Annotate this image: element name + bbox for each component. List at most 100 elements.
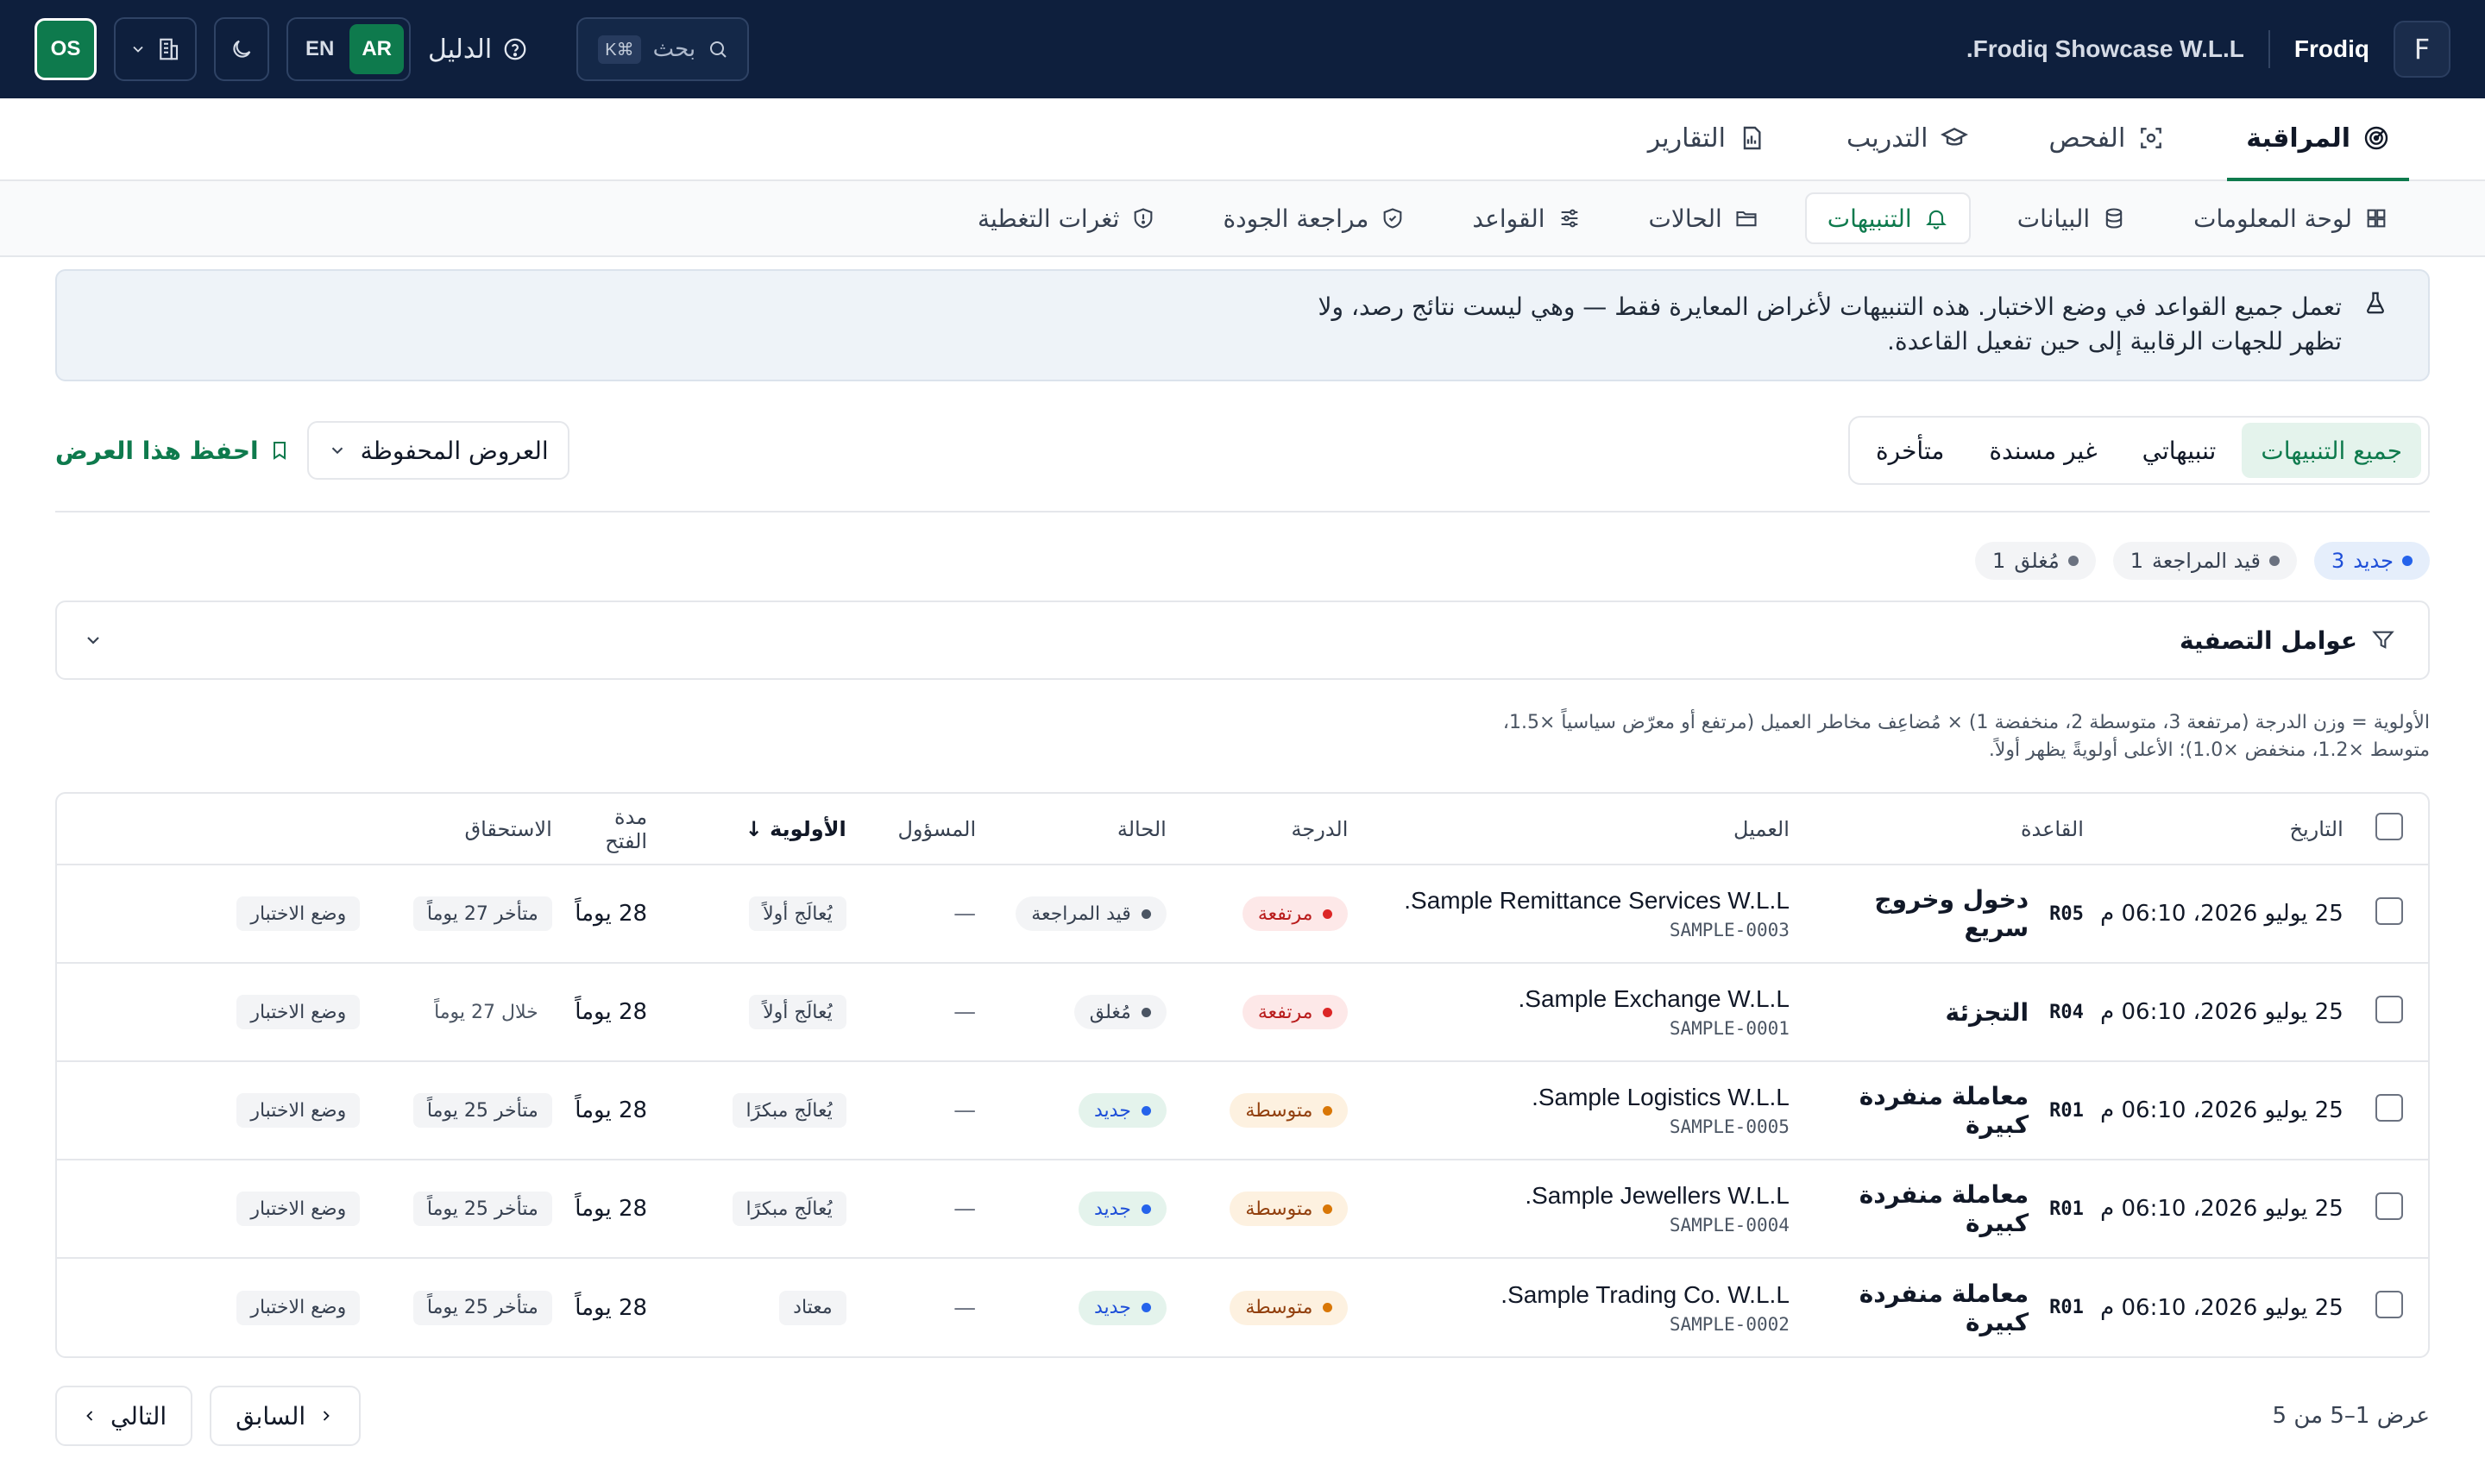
- next-page-button[interactable]: التالي: [55, 1386, 193, 1446]
- chip-under-review[interactable]: قيد المراجعة 1: [2112, 542, 2297, 580]
- table-row[interactable]: 25 يوليو 2026، 06:10 م R05 دخول وخروج سريع…: [57, 865, 2428, 963]
- graduation-cap-icon: [1940, 124, 1968, 152]
- table-row[interactable]: 25 يوليو 2026، 06:10 م R01 معاملة منفردة ك…: [57, 1160, 2428, 1258]
- cell-severity: متوسطة: [1173, 1160, 1356, 1258]
- status-dot: [1141, 1204, 1151, 1214]
- col-priority[interactable]: الأولوية ↓: [654, 794, 853, 865]
- table-row[interactable]: 25 يوليو 2026، 06:10 م R01 معاملة منفردة ك…: [57, 1061, 2428, 1160]
- client-name[interactable]: Sample Logistics W.L.L.: [1362, 1084, 1790, 1111]
- theme-toggle-button[interactable]: [214, 17, 269, 81]
- status-dot: [2402, 556, 2413, 566]
- row-checkbox[interactable]: [2375, 1093, 2403, 1122]
- col-status[interactable]: الحالة: [983, 794, 1173, 865]
- status-dot: [1141, 1105, 1151, 1116]
- lang-en-button[interactable]: EN: [293, 24, 346, 74]
- rule-name[interactable]: التجزئة: [1945, 998, 2029, 1027]
- cell-assignee[interactable]: —: [853, 963, 983, 1061]
- chip-closed[interactable]: مُغلق 1: [1975, 542, 2096, 580]
- subtab-alerts[interactable]: التنبيهات: [1804, 192, 1971, 244]
- brand-name[interactable]: Frodiq: [2294, 35, 2369, 63]
- row-checkbox[interactable]: [2375, 1291, 2403, 1318]
- cell-priority: يُعالَج أولاً: [654, 865, 853, 963]
- cell-mode: وضع الاختبار: [57, 865, 394, 963]
- col-open-for[interactable]: مدة الفتح: [559, 794, 654, 865]
- view-unassigned[interactable]: غير مسندة: [1970, 423, 2116, 478]
- subtab-cases[interactable]: الحالات: [1628, 192, 1779, 244]
- row-checkbox[interactable]: [2375, 995, 2403, 1023]
- lang-ar-button[interactable]: AR: [349, 24, 405, 74]
- col-date[interactable]: التاريخ: [2091, 794, 2350, 865]
- col-due[interactable]: الاستحقاق: [394, 794, 559, 865]
- view-all-alerts[interactable]: جميع التنبيهات: [2242, 423, 2421, 478]
- cell-assignee[interactable]: —: [853, 1160, 983, 1258]
- prev-label: السابق: [236, 1401, 306, 1431]
- col-client[interactable]: العميل: [1355, 794, 1796, 865]
- subtab-rules[interactable]: القواعد: [1451, 192, 1601, 244]
- prev-page-button[interactable]: السابق: [210, 1386, 362, 1446]
- due-pill: متأخر 27 يوماً: [412, 896, 552, 931]
- logo[interactable]: F: [2394, 21, 2450, 78]
- select-all-cell: [2350, 794, 2428, 865]
- row-select-cell: [2350, 1160, 2428, 1258]
- client-name[interactable]: Sample Jewellers W.L.L.: [1362, 1182, 1790, 1210]
- view-my-alerts[interactable]: تنبيهاتي: [2123, 423, 2236, 478]
- table-row[interactable]: 25 يوليو 2026، 06:10 م R04 التجزئة Sample E…: [57, 963, 2428, 1061]
- chip-new[interactable]: جديد 3: [2314, 542, 2430, 580]
- client-name[interactable]: Sample Exchange W.L.L.: [1362, 985, 1789, 1013]
- severity-label: متوسطة: [1245, 1099, 1313, 1122]
- client-name[interactable]: Sample Trading Co. W.L.L.: [1362, 1281, 1790, 1309]
- saved-views-dropdown[interactable]: العروض المحفوظة: [306, 421, 569, 480]
- row-checkbox[interactable]: [2375, 1192, 2403, 1220]
- cell-status: مُغلق: [983, 963, 1173, 1061]
- subtab-dashboard[interactable]: لوحة المعلومات: [2173, 192, 2409, 244]
- row-select-cell: [2350, 1258, 2428, 1356]
- chip-label: جديد: [2353, 549, 2394, 573]
- pagination-count: عرض 1–5 من 5: [2272, 1403, 2430, 1429]
- tab-monitoring[interactable]: المراقبة: [2227, 97, 2409, 181]
- rule-name[interactable]: معاملة منفردة كبيرة: [1803, 1280, 2029, 1336]
- cell-assignee[interactable]: —: [853, 1061, 983, 1160]
- next-label: التالي: [110, 1401, 167, 1431]
- tab-reports[interactable]: التقارير: [1629, 97, 1784, 179]
- rule-name[interactable]: دخول وخروج سريع: [1803, 885, 2029, 942]
- col-mode: [57, 794, 394, 865]
- chip-label: قيد المراجعة: [2152, 549, 2261, 573]
- chevron-down-icon[interactable]: [83, 630, 104, 651]
- banner-text: تعمل جميع القواعد في وضع الاختبار. هذه ا…: [1318, 292, 2342, 355]
- chevron-left-icon: [81, 1407, 98, 1424]
- rule-name[interactable]: معاملة منفردة كبيرة: [1803, 1082, 2029, 1139]
- sub-nav: لوحة المعلومات البيانات التنبيهات الحالا…: [0, 181, 2485, 257]
- cell-assignee[interactable]: —: [853, 865, 983, 963]
- view-overdue[interactable]: متأخرة: [1857, 423, 1963, 478]
- tab-screening[interactable]: الفحص: [2030, 97, 2185, 179]
- subtab-label: القواعد: [1472, 204, 1545, 233]
- row-checkbox[interactable]: [2375, 896, 2403, 925]
- search-button[interactable]: بحث ⌘K: [576, 17, 750, 81]
- rule-name[interactable]: معاملة منفردة كبيرة: [1803, 1180, 2029, 1237]
- select-all-checkbox[interactable]: [2375, 812, 2403, 840]
- severity-label: متوسطة: [1245, 1297, 1313, 1318]
- client-name[interactable]: Sample Remittance Services W.L.L.: [1362, 887, 1790, 915]
- organization-switcher[interactable]: [114, 17, 197, 81]
- subtab-data[interactable]: البيانات: [1997, 192, 2147, 244]
- cell-rule: R01 معاملة منفردة كبيرة: [1796, 1061, 2091, 1160]
- severity-dot: [1323, 1007, 1333, 1017]
- chip-count: 1: [2130, 549, 2143, 573]
- guide-link[interactable]: الدليل: [428, 35, 528, 65]
- filters-panel[interactable]: عوامل التصفية: [55, 601, 2430, 680]
- subtab-coverage-gaps[interactable]: ثغرات التغطية: [957, 192, 1177, 244]
- subtab-label: الحالات: [1648, 204, 1722, 233]
- col-assignee[interactable]: المسؤول: [853, 794, 983, 865]
- priority-pill: يُعالَج أولاً: [749, 995, 846, 1029]
- table-row[interactable]: 25 يوليو 2026، 06:10 م R01 معاملة منفردة ك…: [57, 1258, 2428, 1356]
- cell-status: جديد: [983, 1258, 1173, 1356]
- tab-training[interactable]: التدريب: [1828, 97, 1987, 179]
- priority-pill: يُعالَج أولاً: [749, 896, 846, 931]
- test-mode-banner: تعمل جميع القواعد في وضع الاختبار. هذه ا…: [55, 269, 2430, 381]
- save-view-button[interactable]: احفظ هذا العرض: [55, 437, 290, 465]
- user-avatar[interactable]: OS: [35, 18, 97, 80]
- col-rule[interactable]: القاعدة: [1796, 794, 2091, 865]
- col-severity[interactable]: الدرجة: [1173, 794, 1356, 865]
- subtab-quality-review[interactable]: مراجعة الجودة: [1202, 192, 1425, 244]
- cell-assignee[interactable]: —: [853, 1258, 983, 1356]
